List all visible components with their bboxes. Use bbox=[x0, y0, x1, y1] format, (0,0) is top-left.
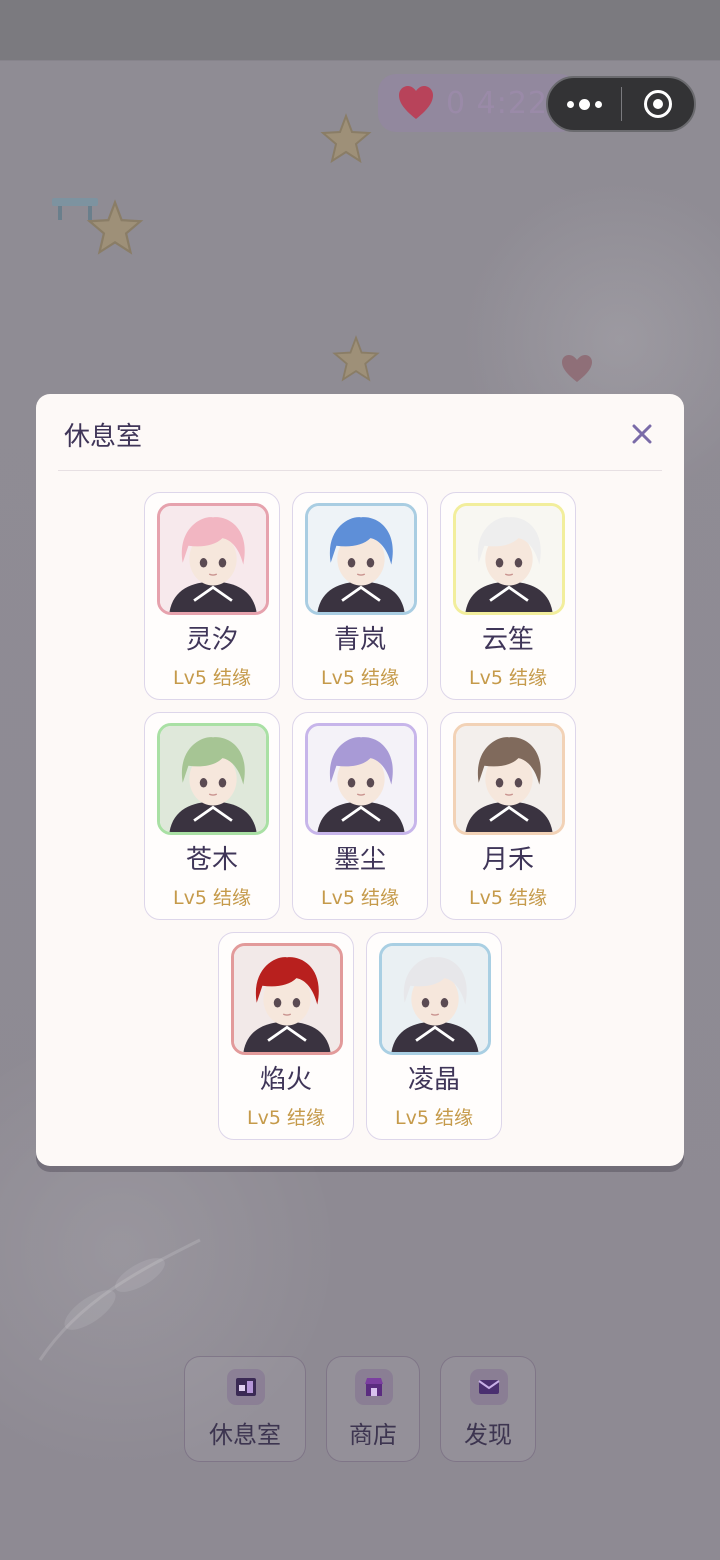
nav-discover-button[interactable]: 发现 bbox=[440, 1356, 536, 1462]
character-card[interactable]: 苍木 Lv5 结缘 bbox=[144, 712, 280, 920]
character-card[interactable]: 云笙 Lv5 结缘 bbox=[440, 492, 576, 700]
currency-value: 0 4:22 bbox=[446, 85, 548, 121]
character-name: 云笙 bbox=[481, 625, 534, 655]
character-portrait bbox=[157, 503, 269, 615]
character-card[interactable]: 墨尘 Lv5 结缘 bbox=[292, 712, 428, 920]
character-level: Lv5 结缘 bbox=[395, 1107, 473, 1129]
heart-icon bbox=[399, 86, 433, 119]
nav-lounge-button[interactable]: 休息室 bbox=[184, 1356, 306, 1462]
character-name: 焰火 bbox=[259, 1065, 312, 1095]
character-name: 月禾 bbox=[481, 845, 534, 875]
character-level: Lv5 结缘 bbox=[173, 667, 251, 689]
mail-icon bbox=[470, 1369, 508, 1405]
lounge-icon bbox=[227, 1369, 265, 1405]
character-card[interactable]: 月禾 Lv5 结缘 bbox=[440, 712, 576, 920]
nav-shop-button[interactable]: 商店 bbox=[326, 1356, 420, 1462]
character-portrait bbox=[453, 503, 565, 615]
character-card[interactable]: 青岚 Lv5 结缘 bbox=[292, 492, 428, 700]
target-icon bbox=[643, 90, 672, 118]
star-decoration-icon bbox=[332, 335, 380, 382]
character-portrait bbox=[157, 723, 269, 835]
character-name: 凌晶 bbox=[407, 1065, 460, 1095]
character-level: Lv5 结缘 bbox=[173, 887, 251, 909]
bench-decoration-icon bbox=[52, 198, 98, 220]
character-card[interactable]: 焰火 Lv5 结缘 bbox=[218, 932, 354, 1140]
character-level: Lv5 结缘 bbox=[321, 887, 399, 909]
character-portrait bbox=[379, 943, 491, 1055]
character-level: Lv5 结缘 bbox=[469, 667, 547, 689]
character-card[interactable]: 凌晶 Lv5 结缘 bbox=[366, 932, 502, 1140]
character-name: 苍木 bbox=[185, 845, 238, 875]
character-level: Lv5 结缘 bbox=[469, 887, 547, 909]
lounge-modal: 休息室 灵汐 Lv5 结缘 青岚 Lv5 结缘 云笙 Lv5 结缘 苍木 Lv5 结缘 墨尘 Lv… bbox=[36, 394, 684, 1166]
modal-title: 休息室 bbox=[64, 422, 143, 452]
character-name: 灵汐 bbox=[185, 625, 238, 655]
more-options-button[interactable] bbox=[548, 78, 621, 130]
character-name: 墨尘 bbox=[333, 845, 386, 875]
nav-label: 休息室 bbox=[209, 1421, 281, 1449]
character-level: Lv5 结缘 bbox=[247, 1107, 325, 1129]
character-portrait bbox=[453, 723, 565, 835]
character-name: 青岚 bbox=[333, 625, 386, 655]
close-icon[interactable] bbox=[628, 420, 656, 448]
exit-button[interactable] bbox=[622, 78, 695, 130]
nav-label: 商店 bbox=[349, 1421, 397, 1449]
character-portrait bbox=[231, 943, 343, 1055]
heart-decoration-icon bbox=[562, 355, 592, 382]
status-bar bbox=[0, 0, 720, 60]
character-level: Lv5 结缘 bbox=[321, 667, 399, 689]
mini-program-capsule bbox=[546, 76, 696, 132]
character-portrait bbox=[305, 723, 417, 835]
star-decoration-icon bbox=[320, 113, 372, 164]
leaf-decoration-icon bbox=[38, 1238, 201, 1361]
character-card[interactable]: 灵汐 Lv5 结缘 bbox=[144, 492, 280, 700]
nav-label: 发现 bbox=[464, 1421, 512, 1449]
shop-icon bbox=[355, 1369, 393, 1405]
character-portrait bbox=[305, 503, 417, 615]
divider bbox=[58, 470, 662, 471]
